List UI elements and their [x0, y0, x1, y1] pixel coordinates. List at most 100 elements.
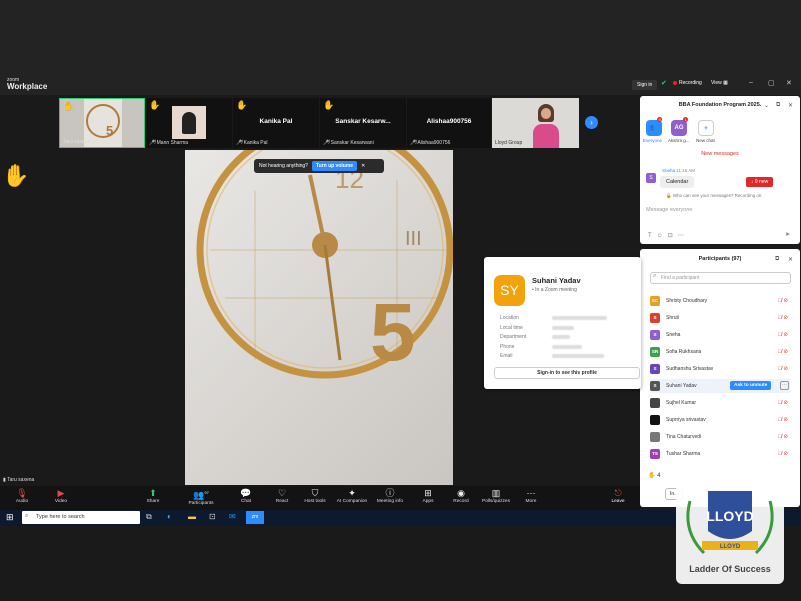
akshra-badge: 1 — [683, 117, 689, 122]
profile-signin-button[interactable]: Sign-in to see this profile — [494, 367, 640, 379]
minimize-icon[interactable]: – — [749, 79, 753, 86]
record-label: Record — [453, 499, 469, 504]
participant-avatar: SC — [650, 296, 660, 306]
mic-off-icon: 🎙̸ ⊘ — [777, 349, 788, 355]
host-tools-label: Host tools — [304, 499, 326, 504]
tab-everyone[interactable]: Everyone — [643, 138, 662, 143]
taskbar-search[interactable]: Type here to search — [22, 511, 140, 524]
meeting-info-button[interactable]: ⓘ Meeting info — [375, 487, 405, 504]
shield-check-icon[interactable]: ✔ — [661, 79, 667, 87]
more-button[interactable]: ⋯ More — [516, 487, 546, 504]
more-icon: ⋯ — [526, 488, 536, 498]
tile-lloyd[interactable]: Lloyd Group — [492, 98, 579, 148]
field-email: Email — [500, 353, 513, 359]
edge-icon[interactable]: ◐ — [167, 512, 172, 521]
popout-icon[interactable]: ⧉ — [775, 256, 779, 263]
participant-row[interactable]: TS Tushar Sharma 🎙̸ ⊘ — [650, 447, 790, 461]
windows-start-icon[interactable]: ⊞ — [6, 512, 14, 523]
audio-notice: Not hearing anything? Turn up volume ✕ — [254, 159, 384, 173]
recording-label: Recording — [679, 80, 702, 86]
sign-in-button[interactable]: Sign in — [632, 80, 658, 90]
chat-label: Chat — [240, 499, 252, 504]
apps-label: Apps — [422, 499, 434, 504]
person-body — [533, 124, 559, 148]
participant-name: Shristy Choudhary — [666, 298, 708, 304]
new-messages-button[interactable]: ↓ 9 new — [746, 177, 774, 187]
participant-row[interactable]: SR Sofia Rukhsana 🎙̸ ⊘ — [650, 345, 790, 359]
svg-text:LLOYD: LLOYD — [706, 508, 753, 524]
profile-status: ▪ In a Zoom meeting — [532, 287, 577, 293]
participant-row[interactable]: S Shruti 🎙̸ ⊘ — [650, 311, 790, 325]
participants-button[interactable]: 👥97 Participants — [186, 487, 216, 506]
tab-akshra[interactable]: Akshra g... — [668, 138, 690, 143]
tile-mann[interactable]: ✋ 🎤̸ Mann Sharma — [146, 98, 232, 148]
reaction-count: 4 — [657, 473, 661, 479]
participant-search-input[interactable]: Find a participant — [650, 272, 791, 284]
close-window-icon[interactable]: ✕ — [786, 79, 792, 87]
recording-notice: 🔒 Who can see your messages? Recording o… — [666, 193, 762, 198]
svg-text:5: 5 — [106, 123, 113, 138]
svg-text:LLOYD: LLOYD — [720, 544, 741, 550]
send-icon[interactable]: ➤ — [785, 231, 790, 238]
field-local-time: Local time — [500, 324, 523, 331]
participant-row[interactable]: SC Shristy Choudhary 🎙̸ ⊘ — [650, 294, 790, 308]
polls-button[interactable]: ▥ Polls/quizzes — [480, 487, 512, 504]
profile-card: SY Suhani Yadav ▪ In a Zoom meeting Loca… — [484, 257, 641, 389]
tab-new-chat[interactable]: New chat — [696, 138, 715, 143]
zoom-task-icon[interactable]: zm — [246, 511, 264, 524]
popout-icon[interactable]: ⧉ — [776, 102, 780, 109]
tile-sanskar[interactable]: ✋ Sanskar Kesarw... 🎤̸ Sanskar Kesarwani — [320, 98, 406, 148]
mic-off-icon: 🎙̸ ⊘ — [777, 332, 788, 338]
video-button[interactable]: ▶ Video — [46, 487, 76, 504]
tile-kanika[interactable]: ✋ Kanika Pal 🎤̸ Kanika Pal — [233, 98, 319, 148]
tile-taru[interactable]: 5 ✋ Taru saxena — [59, 98, 145, 148]
task-view-icon[interactable]: ⧉ — [146, 512, 152, 522]
message-input[interactable]: Message everyone — [646, 207, 692, 213]
maximize-icon[interactable]: ▢ — [768, 79, 775, 87]
participant-avatar: S — [650, 364, 660, 374]
chat-format-icons[interactable]: T☺⊡⋯ — [648, 232, 689, 239]
turn-up-volume-button[interactable]: Turn up volume — [311, 161, 358, 171]
view-button[interactable]: View ▦ — [711, 80, 728, 86]
mic-icon: 🎙 — [16, 488, 28, 498]
chat-message[interactable]: Calendar — [660, 176, 695, 188]
next-page-button[interactable]: › — [585, 116, 598, 129]
record-button[interactable]: ◉ Record — [446, 487, 476, 504]
close-icon[interactable]: ✕ — [788, 102, 793, 109]
chevron-down-icon[interactable]: ⌄ — [764, 102, 769, 109]
leave-button[interactable]: ⎋ Leave — [603, 487, 633, 504]
tile-bigname: Sanskar Kesarw... — [335, 118, 391, 125]
host-tools-button[interactable]: ⛉ Host tools — [300, 487, 330, 504]
akshra-avatar[interactable]: AG — [671, 120, 687, 136]
close-icon[interactable]: ✕ — [361, 163, 365, 169]
everyone-avatar[interactable]: 👥 — [646, 120, 662, 136]
participant-row[interactable]: Sujhel Kumar 🎙̸ ⊘ — [650, 396, 790, 410]
participant-row[interactable]: Tina Chaturvedi 🎙̸ ⊘ — [650, 430, 790, 444]
tile-name-wrap: 🎤̸ Mann Sharma — [149, 140, 189, 146]
ask-to-unmute-button[interactable]: Ask to unmute — [730, 381, 772, 390]
audio-button[interactable]: 🎙 Audio — [7, 487, 37, 504]
participant-avatar — [650, 415, 660, 425]
tile-alishaa[interactable]: Alishaa900756 🎤̸ Alishaa900756 — [407, 98, 491, 148]
share-icon: ⬆ — [149, 488, 157, 498]
participant-row[interactable]: Suprriya srivastav 🎙̸ ⊘ — [650, 413, 790, 427]
react-button[interactable]: ♡ React — [267, 487, 297, 504]
outlook-icon[interactable]: ✉ — [229, 512, 236, 521]
explorer-icon[interactable]: ▬ — [188, 512, 196, 521]
chat-button[interactable]: 💬 Chat — [231, 487, 261, 504]
main-video[interactable]: 12 5 III — [185, 150, 453, 485]
more-options-button[interactable]: ⋯ — [780, 381, 789, 390]
participant-row[interactable]: S Sneha 🎙̸ ⊘ — [650, 328, 790, 342]
recording-indicator[interactable]: Recording — [673, 80, 702, 86]
mic-off-icon: 🎙̸ ⊘ — [777, 298, 788, 304]
field-location: Location — [500, 315, 519, 321]
share-button[interactable]: ⬆ Share — [138, 487, 168, 504]
new-chat-icon[interactable]: + — [698, 120, 714, 136]
store-icon[interactable]: ⊡ — [209, 512, 216, 521]
video-name: Taru saxena — [7, 477, 35, 483]
close-icon[interactable]: ✕ — [788, 256, 793, 263]
participant-row[interactable]: S Sudhanshu Srivastav 🎙̸ ⊘ — [650, 362, 790, 376]
lloyd-emblem: LLOYD LLOYD Ladder Of Success — [686, 491, 774, 574]
apps-button[interactable]: ⊞ Apps — [413, 487, 443, 504]
ai-companion-button[interactable]: ✦ AI Companion — [334, 487, 370, 504]
